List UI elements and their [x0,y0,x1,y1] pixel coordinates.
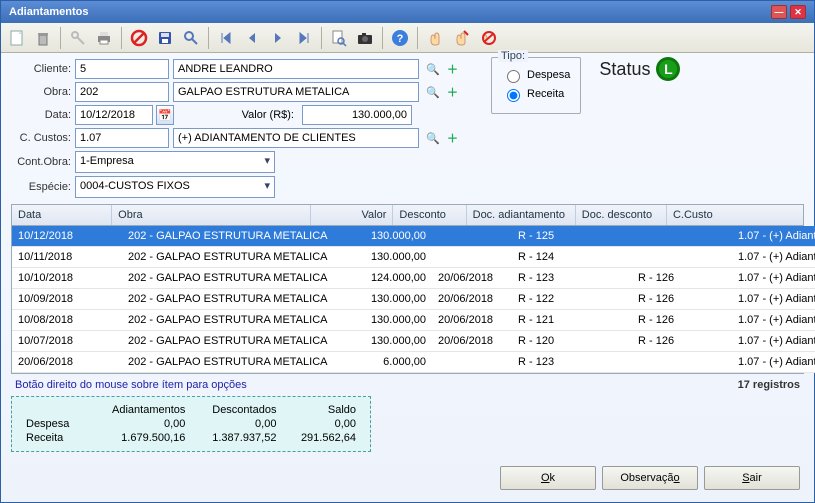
tipo-legend: Tipo: [498,50,528,62]
table-row[interactable]: 10/09/2018202 - GALPAO ESTRUTURA METALIC… [12,289,815,310]
obra-code-input[interactable] [75,82,169,102]
col-doc-desconto[interactable]: Doc. desconto [576,205,667,225]
col-valor[interactable]: Valor [311,205,393,225]
sair-button[interactable]: Sair [704,466,800,490]
hand-block-icon[interactable] [475,26,499,50]
valor-input[interactable] [302,105,412,125]
cliente-name-input[interactable] [173,59,419,79]
status-area: Status L [599,57,680,81]
obra-name-input[interactable] [173,82,419,102]
table-row[interactable]: 10/12/2018202 - GALPAO ESTRUTURA METALIC… [12,226,815,247]
tipo-despesa-radio[interactable] [507,70,520,83]
col-data[interactable]: Data [12,205,112,225]
status-label: Status [599,59,650,80]
especie-label: Espécie: [11,181,71,193]
totals-despesa-desc: 0,00 [189,417,280,431]
adiantamentos-window: Adiantamentos — ✕ ? Cli [0,0,815,503]
window-title: Adiantamentos [9,6,88,18]
status-ok-icon: L [656,57,680,81]
table-row[interactable]: 10/07/2018202 - GALPAO ESTRUTURA METALIC… [12,331,815,352]
cliente-code-input[interactable] [75,59,169,79]
hand-icon[interactable] [423,26,447,50]
nav-last-icon[interactable] [292,26,316,50]
contobra-select[interactable]: 1-Empresa [75,151,275,173]
calendar-icon[interactable]: 📅 [156,105,174,125]
grid-hint: Botão direito do mouse sobre ítem para o… [15,379,247,391]
svg-text:?: ? [397,33,404,45]
key-icon[interactable] [66,26,90,50]
totals-despesa-saldo: 0,00 [280,417,360,431]
grid-header: Data Obra Valor Desconto Doc. adiantamen… [12,205,803,226]
search-icon[interactable] [179,26,203,50]
totals-receita-adiant: 1.679.500,16 [87,431,190,445]
ok-button[interactable]: Ok [500,466,596,490]
close-button[interactable]: ✕ [790,5,806,19]
button-bar: Ok Observação Sair [500,466,800,490]
hand-edit-icon[interactable] [449,26,473,50]
col-desconto[interactable]: Desconto [393,205,466,225]
ccustos-add-icon[interactable]: ＋ [447,130,458,146]
ccustos-label: C. Custos: [11,132,71,144]
totals-despesa-adiant: 0,00 [87,417,190,431]
obra-add-icon[interactable]: ＋ [447,84,458,100]
totals-receita-saldo: 291.562,64 [280,431,360,445]
cliente-add-icon[interactable]: ＋ [447,61,458,77]
tipo-group: Tipo: Despesa Receita [491,57,581,114]
cliente-label: Cliente: [11,63,71,75]
camera-icon[interactable] [353,26,377,50]
save-icon[interactable] [153,26,177,50]
delete-icon[interactable] [31,26,55,50]
toolbar: ? [1,23,814,53]
totals-despesa-label: Despesa [22,417,87,431]
tipo-despesa-label: Despesa [527,69,570,81]
valor-label: Valor (R$): [178,109,298,121]
tipo-receita-label: Receita [527,88,564,100]
nav-prev-icon[interactable] [240,26,264,50]
obra-search-icon[interactable]: 🔍 [425,84,441,100]
help-icon[interactable]: ? [388,26,412,50]
table-row[interactable]: 10/10/2018202 - GALPAO ESTRUTURA METALIC… [12,268,815,289]
grid-body[interactable]: 10/12/2018202 - GALPAO ESTRUTURA METALIC… [12,226,815,373]
nav-next-icon[interactable] [266,26,290,50]
adiantamentos-grid: Data Obra Valor Desconto Doc. adiantamen… [11,204,804,374]
table-row[interactable]: 10/11/2018202 - GALPAO ESTRUTURA METALIC… [12,247,815,268]
print-icon[interactable] [92,26,116,50]
minimize-button[interactable]: — [771,5,787,19]
totals-head-adiant: Adiantamentos [87,403,190,417]
totals-receita-label: Receita [22,431,87,445]
cancel-icon[interactable] [127,26,151,50]
totals-head-desc: Descontados [189,403,280,417]
new-icon[interactable] [5,26,29,50]
especie-select[interactable]: 0004-CUSTOS FIXOS [75,176,275,198]
grid-footer: Botão direito do mouse sobre ítem para o… [11,374,804,396]
totals-head-saldo: Saldo [280,403,360,417]
ccustos-code-input[interactable] [75,128,169,148]
col-obra[interactable]: Obra [112,205,311,225]
nav-first-icon[interactable] [214,26,238,50]
contobra-label: Cont.Obra: [11,156,71,168]
form-area: Cliente: 🔍 ＋ Obra: 🔍 ＋ Data: 📅 Valor (R$… [1,53,814,502]
obra-label: Obra: [11,86,71,98]
col-doc-adiantamento[interactable]: Doc. adiantamento [467,205,576,225]
data-input[interactable] [75,105,153,125]
observacao-button[interactable]: Observação [602,466,698,490]
doc-search-icon[interactable] [327,26,351,50]
totals-panel: Adiantamentos Descontados Saldo Despesa … [11,396,371,452]
cliente-search-icon[interactable]: 🔍 [425,61,441,77]
ccustos-search-icon[interactable]: 🔍 [425,130,441,146]
titlebar: Adiantamentos — ✕ [1,1,814,23]
table-row[interactable]: 10/08/2018202 - GALPAO ESTRUTURA METALIC… [12,310,815,331]
totals-receita-desc: 1.387.937,52 [189,431,280,445]
grid-count: 17 registros [738,379,800,391]
table-row[interactable]: 20/06/2018202 - GALPAO ESTRUTURA METALIC… [12,352,815,373]
data-label: Data: [11,109,71,121]
ccustos-name-input[interactable] [173,128,419,148]
tipo-receita-radio[interactable] [507,89,520,102]
col-ccusto[interactable]: C.Custo [667,205,803,225]
